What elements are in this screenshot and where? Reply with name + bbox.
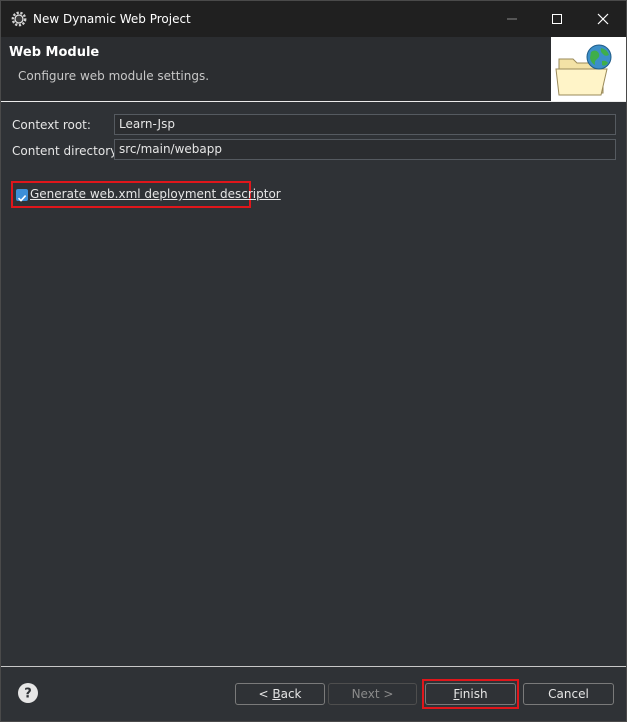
- window-title: New Dynamic Web Project: [33, 12, 191, 26]
- finish-rest: inish: [459, 687, 488, 701]
- content-directory-input[interactable]: src/main/webapp: [114, 139, 616, 160]
- banner-image: [551, 37, 626, 101]
- checkmark-icon: [17, 195, 27, 202]
- title-bar: New Dynamic Web Project: [1, 1, 626, 37]
- back-prefix: <: [258, 687, 273, 701]
- cancel-button[interactable]: Cancel: [523, 683, 614, 705]
- minimize-icon: [507, 18, 517, 20]
- generate-web-xml-label[interactable]: Generate web.xml deployment descriptor: [30, 187, 281, 201]
- wizard-banner: Web Module Configure web module settings…: [1, 37, 626, 101]
- context-root-label: Context root:: [12, 118, 91, 132]
- maximize-button[interactable]: [534, 1, 580, 37]
- close-button[interactable]: [580, 1, 626, 37]
- wizard-content: Context root: Learn-Jsp Content director…: [1, 102, 626, 666]
- next-button[interactable]: Next >: [328, 683, 417, 705]
- close-icon: [597, 13, 609, 25]
- content-directory-label: Content directory:: [12, 144, 121, 158]
- maximize-icon: [552, 14, 562, 24]
- context-root-input[interactable]: Learn-Jsp: [114, 114, 616, 135]
- page-title: Web Module: [9, 45, 100, 60]
- dialog-window: New Dynamic Web Project Web Module Confi…: [0, 0, 627, 722]
- svg-text:?: ?: [24, 687, 32, 702]
- highlight-frame: Generate web.xml deployment descriptor: [11, 181, 281, 208]
- generate-web-xml-checkbox[interactable]: [16, 189, 28, 202]
- back-mnemonic: B: [272, 687, 281, 701]
- back-button[interactable]: < Back: [235, 683, 325, 705]
- finish-button[interactable]: Finish: [425, 683, 516, 705]
- back-rest: ack: [280, 687, 302, 701]
- minimize-button[interactable]: [489, 1, 535, 37]
- folder-globe-icon: [555, 44, 612, 96]
- eclipse-gear-icon: [11, 11, 27, 27]
- help-icon[interactable]: ?: [18, 683, 38, 703]
- page-description: Configure web module settings.: [18, 69, 210, 83]
- button-bar: ? < Back Next > Finish Cancel: [1, 667, 626, 721]
